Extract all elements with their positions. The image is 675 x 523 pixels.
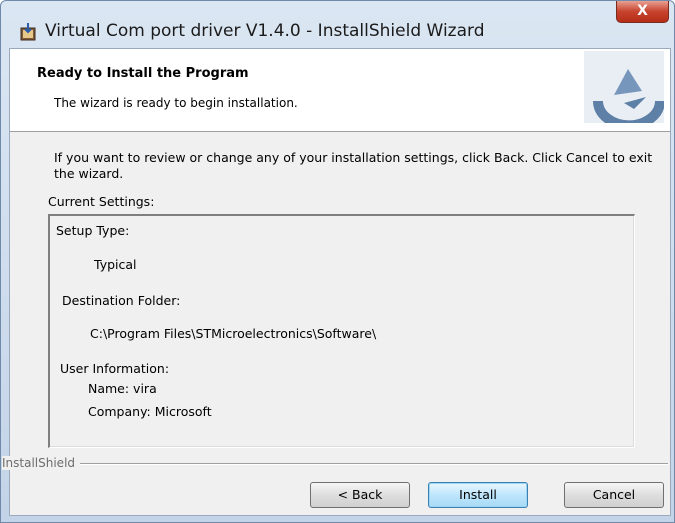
install-button[interactable]: Install [428, 482, 528, 508]
user-name: Name: vira [88, 381, 157, 396]
cancel-button[interactable]: Cancel [564, 482, 664, 508]
footer-divider [80, 463, 668, 465]
setup-type-value: Typical [94, 257, 137, 272]
current-settings-label: Current Settings: [48, 194, 155, 209]
close-button[interactable]: X [616, 1, 669, 23]
current-settings-box[interactable]: Setup Type: Typical Destination Folder: … [48, 214, 635, 448]
wizard-client-area: Ready to Install the Program The wizard … [2, 48, 671, 516]
header-subtitle: The wizard is ready to begin installatio… [54, 96, 298, 110]
wizard-window: Virtual Com port driver V1.4.0 - Install… [0, 0, 675, 523]
setup-type-label: Setup Type: [56, 223, 130, 238]
installer-icon [20, 23, 36, 41]
user-company: Company: Microsoft [88, 404, 212, 419]
destination-folder-value: C:\Program Files\STMicroelectronics\Soft… [90, 326, 377, 341]
title-bar[interactable]: Virtual Com port driver V1.4.0 - Install… [1, 1, 674, 41]
installshield-logo-icon [584, 51, 664, 123]
wizard-header: Ready to Install the Program The wizard … [10, 49, 670, 132]
user-information-label: User Information: [60, 361, 170, 376]
header-title: Ready to Install the Program [37, 66, 249, 81]
intro-text: If you want to review or change any of y… [54, 150, 653, 181]
back-button[interactable]: < Back [310, 482, 410, 508]
window-title: Virtual Com port driver V1.4.0 - Install… [45, 21, 485, 41]
installshield-brand: InstallShield [2, 456, 80, 470]
destination-folder-label: Destination Folder: [62, 293, 181, 308]
